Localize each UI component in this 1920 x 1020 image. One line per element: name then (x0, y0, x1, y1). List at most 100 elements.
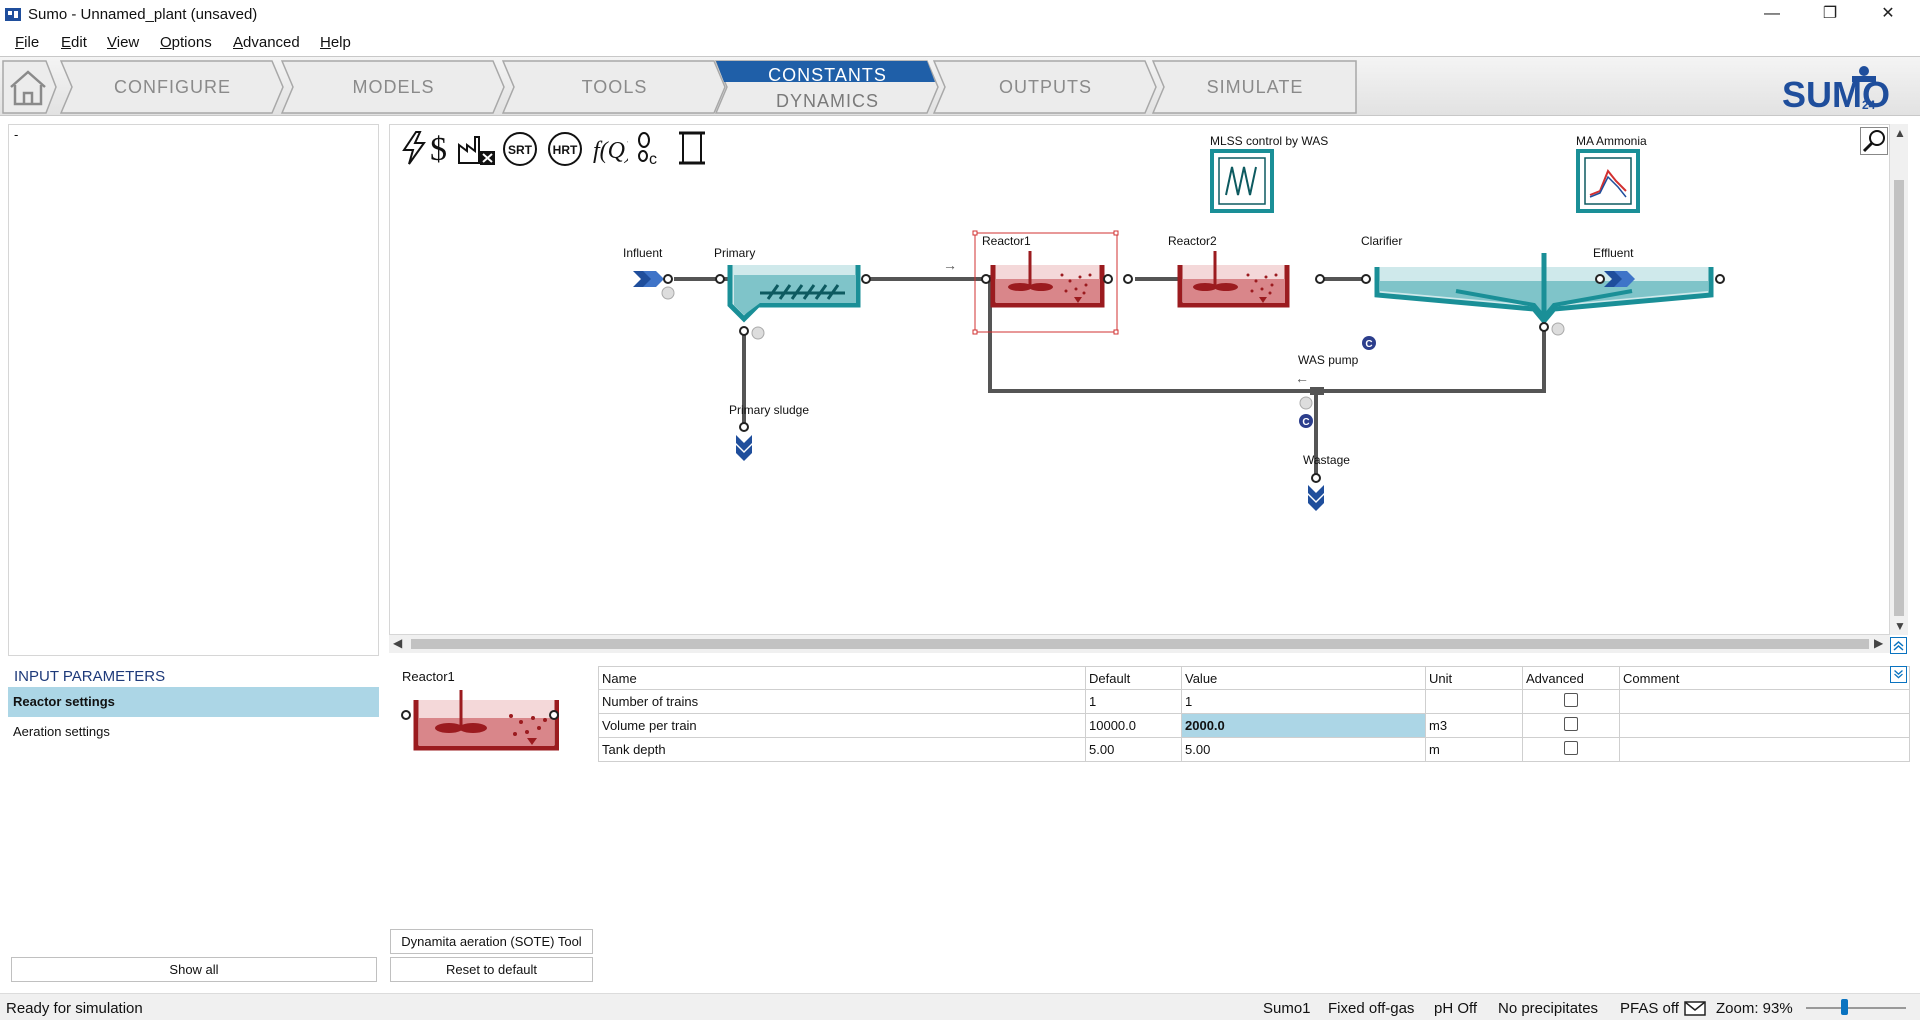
column-unit[interactable]: Unit (1425, 666, 1523, 690)
param-value[interactable]: 5.00 (1181, 737, 1426, 762)
input-parameters-title: INPUT PARAMETERS (14, 668, 166, 685)
tab-dynamics-label[interactable]: DYNAMICS (715, 91, 940, 112)
primary-label: Primary (714, 246, 756, 260)
mlss-controller-label: MLSS control by WAS (1210, 134, 1329, 148)
menu-edit[interactable]: Edit (61, 34, 87, 51)
horizontal-scrollbar[interactable]: ◀ ▶ (389, 635, 1890, 653)
left-tree-panel[interactable]: - (8, 124, 379, 656)
status-model[interactable]: Sumo1 (1263, 1000, 1311, 1017)
param-name: Number of trains (598, 689, 1086, 714)
column-name[interactable]: Name (598, 666, 1086, 690)
horizontal-scroll-thumb[interactable] (411, 639, 1869, 649)
advanced-checkbox[interactable] (1564, 717, 1578, 731)
close-button[interactable]: ✕ (1859, 0, 1917, 29)
param-default: 10000.0 (1085, 713, 1182, 738)
scroll-right-icon[interactable]: ▶ (1874, 636, 1883, 650)
tab-constants-label[interactable]: CONSTANTS (715, 65, 940, 86)
tab-outputs-label: OUTPUTS (998, 77, 1092, 97)
vertical-scroll-thumb[interactable] (1894, 180, 1904, 616)
secondary-clarifier-unit[interactable] (1361, 253, 1725, 336)
tab-simulate[interactable]: SIMULATE (1152, 60, 1358, 114)
menu-help[interactable]: Help (320, 34, 351, 51)
advanced-checkbox[interactable] (1564, 741, 1578, 755)
status-ph[interactable]: pH Off (1434, 1000, 1477, 1017)
primary-sludge-label: Primary sludge (729, 403, 810, 417)
zoom-slider-thumb[interactable] (1840, 999, 1848, 1015)
column-comment[interactable]: Comment (1619, 666, 1910, 690)
table-row[interactable]: Volume per train 10000.0 2000.0 m3 (598, 713, 1910, 738)
wastage-unit[interactable] (1308, 473, 1324, 511)
was-pump-unit[interactable]: C (1299, 387, 1324, 428)
influent-unit[interactable] (633, 271, 675, 300)
workflow-tab-bar: CONFIGURE MODELS TOOLS CONSTANTS DYNAMIC… (0, 56, 1920, 116)
vertical-scrollbar[interactable]: ▲ ▼ (1890, 124, 1908, 635)
status-pfas[interactable]: PFAS off (1620, 1000, 1679, 1017)
status-precip[interactable]: No precipitates (1498, 1000, 1598, 1017)
column-default[interactable]: Default (1085, 666, 1182, 690)
menu-view[interactable]: View (107, 34, 139, 51)
primary-sludge-unit[interactable] (736, 422, 752, 461)
scroll-left-icon[interactable]: ◀ (393, 636, 402, 650)
mlss-controller[interactable] (1210, 149, 1274, 213)
svg-text:C: C (1365, 339, 1372, 350)
table-header-row: Name Default Value Unit Advanced Comment (598, 666, 1910, 690)
param-name: Tank depth (598, 737, 1086, 762)
tab-models-label: MODELS (352, 77, 435, 97)
advanced-checkbox[interactable] (1564, 693, 1578, 707)
param-comment[interactable] (1619, 689, 1910, 714)
mail-icon[interactable] (1684, 1001, 1706, 1016)
param-advanced-cell (1522, 689, 1620, 714)
ammonia-controller[interactable] (1576, 149, 1640, 213)
param-unit (1425, 689, 1523, 714)
ammonia-controller-label: MA Ammonia (1576, 134, 1647, 148)
scroll-up-icon[interactable]: ▲ (1894, 126, 1906, 140)
reactor1-label: Reactor1 (982, 234, 1031, 248)
menu-advanced[interactable]: Advanced (233, 34, 300, 51)
tab-outputs[interactable]: OUTPUTS (933, 60, 1158, 114)
title-bar: Sumo - Unnamed_plant (unsaved) — ❐ ✕ (0, 0, 1920, 29)
collapse-up-icon[interactable] (1890, 637, 1907, 654)
svg-text:C: C (1302, 417, 1309, 428)
column-advanced[interactable]: Advanced (1522, 666, 1620, 690)
status-offgas[interactable]: Fixed off-gas (1328, 1000, 1414, 1017)
param-comment[interactable] (1619, 713, 1910, 738)
selected-unit-name: Reactor1 (402, 669, 455, 684)
scroll-down-icon[interactable]: ▼ (1894, 619, 1906, 633)
influent-label: Influent (623, 246, 663, 260)
sote-tool-button[interactable]: Dynamita aeration (SOTE) Tool (390, 929, 593, 954)
zoom-slider[interactable] (1806, 1007, 1906, 1009)
tab-configure[interactable]: CONFIGURE (60, 60, 285, 114)
flowsheet-canvas[interactable]: $ SRT HRT f(Q) c (389, 124, 1890, 635)
param-value[interactable]: 2000.0 (1181, 713, 1426, 738)
menu-options[interactable]: Options (160, 34, 212, 51)
table-row[interactable]: Tank depth 5.00 5.00 m (598, 737, 1910, 762)
process-flowsheet[interactable]: → ← C C (390, 125, 1890, 635)
ip-item-aeration-settings[interactable]: Aeration settings (8, 717, 379, 747)
reactor2-label: Reactor2 (1168, 234, 1217, 248)
minimize-button[interactable]: — (1743, 0, 1801, 29)
window-title: Sumo - Unnamed_plant (unsaved) (28, 6, 258, 23)
tab-configure-label: CONFIGURE (114, 77, 231, 97)
home-button[interactable] (2, 60, 58, 114)
table-row[interactable]: Number of trains 1 1 (598, 689, 1910, 714)
maximize-button[interactable]: ❐ (1801, 0, 1859, 29)
reset-default-button[interactable]: Reset to default (390, 957, 593, 982)
tab-tools[interactable]: TOOLS (502, 60, 727, 114)
svg-text:→: → (943, 257, 957, 273)
tab-constants-dynamics[interactable]: CONSTANTS DYNAMICS (715, 60, 940, 114)
param-comment[interactable] (1619, 737, 1910, 762)
expand-down-icon[interactable] (1890, 666, 1907, 683)
show-all-button[interactable]: Show all (11, 957, 377, 982)
tree-placeholder: - (14, 127, 19, 142)
reactor-icon (401, 690, 559, 751)
primary-clarifier-unit[interactable] (715, 265, 871, 340)
tab-models[interactable]: MODELS (281, 60, 506, 114)
clarifier-controller-badge[interactable]: C (1362, 336, 1376, 350)
ip-item-reactor-settings[interactable]: Reactor settings (8, 687, 379, 717)
svg-text:←: ← (1295, 370, 1309, 386)
column-value[interactable]: Value (1181, 666, 1426, 690)
param-default: 5.00 (1085, 737, 1182, 762)
param-value[interactable]: 1 (1181, 689, 1426, 714)
menu-file[interactable]: File (15, 34, 39, 51)
effluent-label: Effluent (1593, 246, 1634, 260)
